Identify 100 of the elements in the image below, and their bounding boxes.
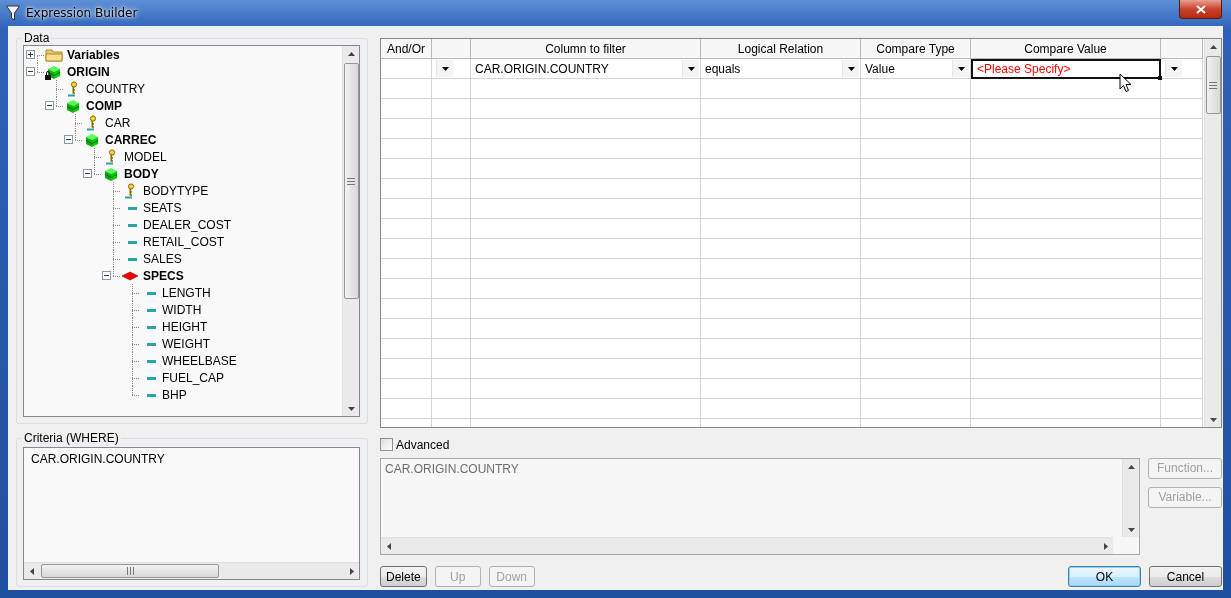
table-cell	[432, 139, 471, 159]
table-cell	[432, 279, 471, 299]
tree-item[interactable]: BODY	[124, 166, 159, 181]
column-header[interactable]: Column to filter	[471, 39, 701, 59]
table-cell	[1161, 399, 1203, 419]
tree-item[interactable]: RETAIL_COST	[143, 234, 225, 249]
scrollbar-thumb[interactable]	[41, 564, 219, 578]
dropdown-field[interactable]	[432, 59, 471, 79]
table-cell	[1161, 99, 1203, 119]
scroll-down-icon[interactable]	[347, 407, 355, 411]
table-cell	[381, 319, 432, 339]
column-header[interactable]: Compare Type	[861, 39, 971, 59]
tree-item[interactable]: CARREC	[105, 132, 157, 147]
table-cell	[432, 119, 471, 139]
checkbox-label: Advanced	[396, 437, 450, 452]
tree-item[interactable]: MODEL	[124, 149, 167, 164]
collapse-icon[interactable]	[82, 169, 92, 178]
field-icon	[147, 342, 156, 346]
table-cell	[1161, 279, 1203, 299]
dropdown-field[interactable]: CAR.ORIGIN.COUNTRY	[471, 59, 701, 79]
table-cell	[1161, 219, 1203, 239]
table-cell	[432, 159, 471, 179]
advanced-checkbox[interactable]	[380, 438, 393, 452]
specify-prompt-field[interactable]: <Please Specify>	[971, 59, 1161, 79]
table-cell	[381, 139, 432, 159]
scrollbar-thumb[interactable]	[343, 63, 359, 299]
field-icon	[147, 359, 156, 363]
tree-item[interactable]: HEIGHT	[162, 319, 208, 334]
scroll-right-icon[interactable]	[350, 567, 354, 575]
table-cell	[432, 399, 471, 419]
table-cell	[432, 99, 471, 119]
table-cell	[1161, 119, 1203, 139]
tree-item[interactable]: WHEELBASE	[162, 353, 237, 368]
table-cell	[1161, 319, 1203, 339]
vertical-scrollbar[interactable]	[1204, 39, 1221, 427]
scroll-left-icon[interactable]	[30, 567, 34, 575]
dropdown-field[interactable]: equals	[701, 59, 861, 79]
tree-item[interactable]: DEALER_COST	[143, 217, 232, 232]
dropdown-field[interactable]	[1161, 59, 1203, 79]
tree-item[interactable]: Variables	[67, 47, 120, 62]
horizontal-scrollbar[interactable]	[24, 562, 359, 579]
table-cell	[1161, 179, 1203, 199]
table-cell	[381, 199, 432, 219]
scroll-up-icon[interactable]	[347, 52, 355, 56]
tree-item[interactable]: WEIGHT	[162, 336, 210, 351]
column-header[interactable]: And/Or	[381, 39, 432, 59]
vertical-scrollbar[interactable]	[342, 46, 359, 416]
collapse-icon[interactable]	[25, 67, 35, 76]
criteria-text: CAR.ORIGIN.COUNTRY	[31, 452, 165, 466]
close-button[interactable]	[1179, 0, 1222, 19]
table-cell	[432, 239, 471, 259]
tree-item[interactable]: WIDTH	[162, 302, 202, 317]
tree-item[interactable]: SEATS	[143, 200, 182, 215]
cancel-button[interactable]: Cancel	[1149, 566, 1222, 587]
table-cell	[381, 339, 432, 359]
caret-icon	[441, 66, 449, 71]
dropdown-field[interactable]: Value	[861, 59, 971, 79]
caret-icon	[847, 66, 855, 71]
field-icon	[147, 376, 156, 380]
delete-button[interactable]: Delete	[380, 566, 427, 587]
tree-item[interactable]: COMP	[86, 98, 122, 113]
tree-item[interactable]: FUEL_CAP	[162, 370, 225, 385]
tree-item[interactable]: BHP	[162, 387, 187, 402]
filter-icon	[6, 5, 20, 21]
tree-item[interactable]: BODYTYPE	[143, 183, 209, 198]
table-cell	[381, 359, 432, 379]
grip-icon	[126, 567, 134, 575]
collapse-icon[interactable]	[44, 101, 54, 110]
tree-item[interactable]: LENGTH	[162, 285, 211, 300]
table-cell	[381, 399, 432, 419]
collapse-icon[interactable]	[101, 271, 111, 280]
field-icon	[128, 240, 137, 244]
tree-item[interactable]: CAR	[105, 115, 131, 130]
scrollbar-thumb[interactable]	[1205, 56, 1221, 114]
table-cell	[1161, 379, 1203, 399]
tree-item[interactable]: SPECS	[143, 268, 184, 283]
field-icon	[147, 393, 156, 397]
scroll-down-icon[interactable]	[1209, 418, 1217, 422]
tree-item[interactable]: ORIGIN	[67, 64, 110, 79]
field-icon	[128, 257, 137, 261]
tree-item[interactable]: COUNTRY	[86, 81, 146, 96]
grip-icon	[347, 177, 355, 185]
column-header[interactable]: Compare Value	[971, 39, 1161, 59]
collapse-icon[interactable]	[63, 135, 73, 144]
table-cell	[1161, 299, 1203, 319]
caret-icon	[1170, 66, 1178, 71]
table-cell	[432, 299, 471, 319]
scroll-up-icon[interactable]	[1209, 45, 1217, 49]
folder-icon	[45, 46, 63, 63]
caret-icon	[687, 66, 695, 71]
column-header[interactable]: Logical Relation	[701, 39, 861, 59]
field-icon	[147, 308, 156, 312]
cube-stack-icon	[83, 131, 101, 148]
field-icon	[147, 291, 156, 295]
expand-icon[interactable]	[25, 50, 35, 59]
table-cell	[1161, 139, 1203, 159]
table-cell	[432, 339, 471, 359]
ok-button[interactable]: OK	[1068, 566, 1141, 587]
caret-icon	[957, 66, 965, 71]
tree-item[interactable]: SALES	[143, 251, 182, 266]
